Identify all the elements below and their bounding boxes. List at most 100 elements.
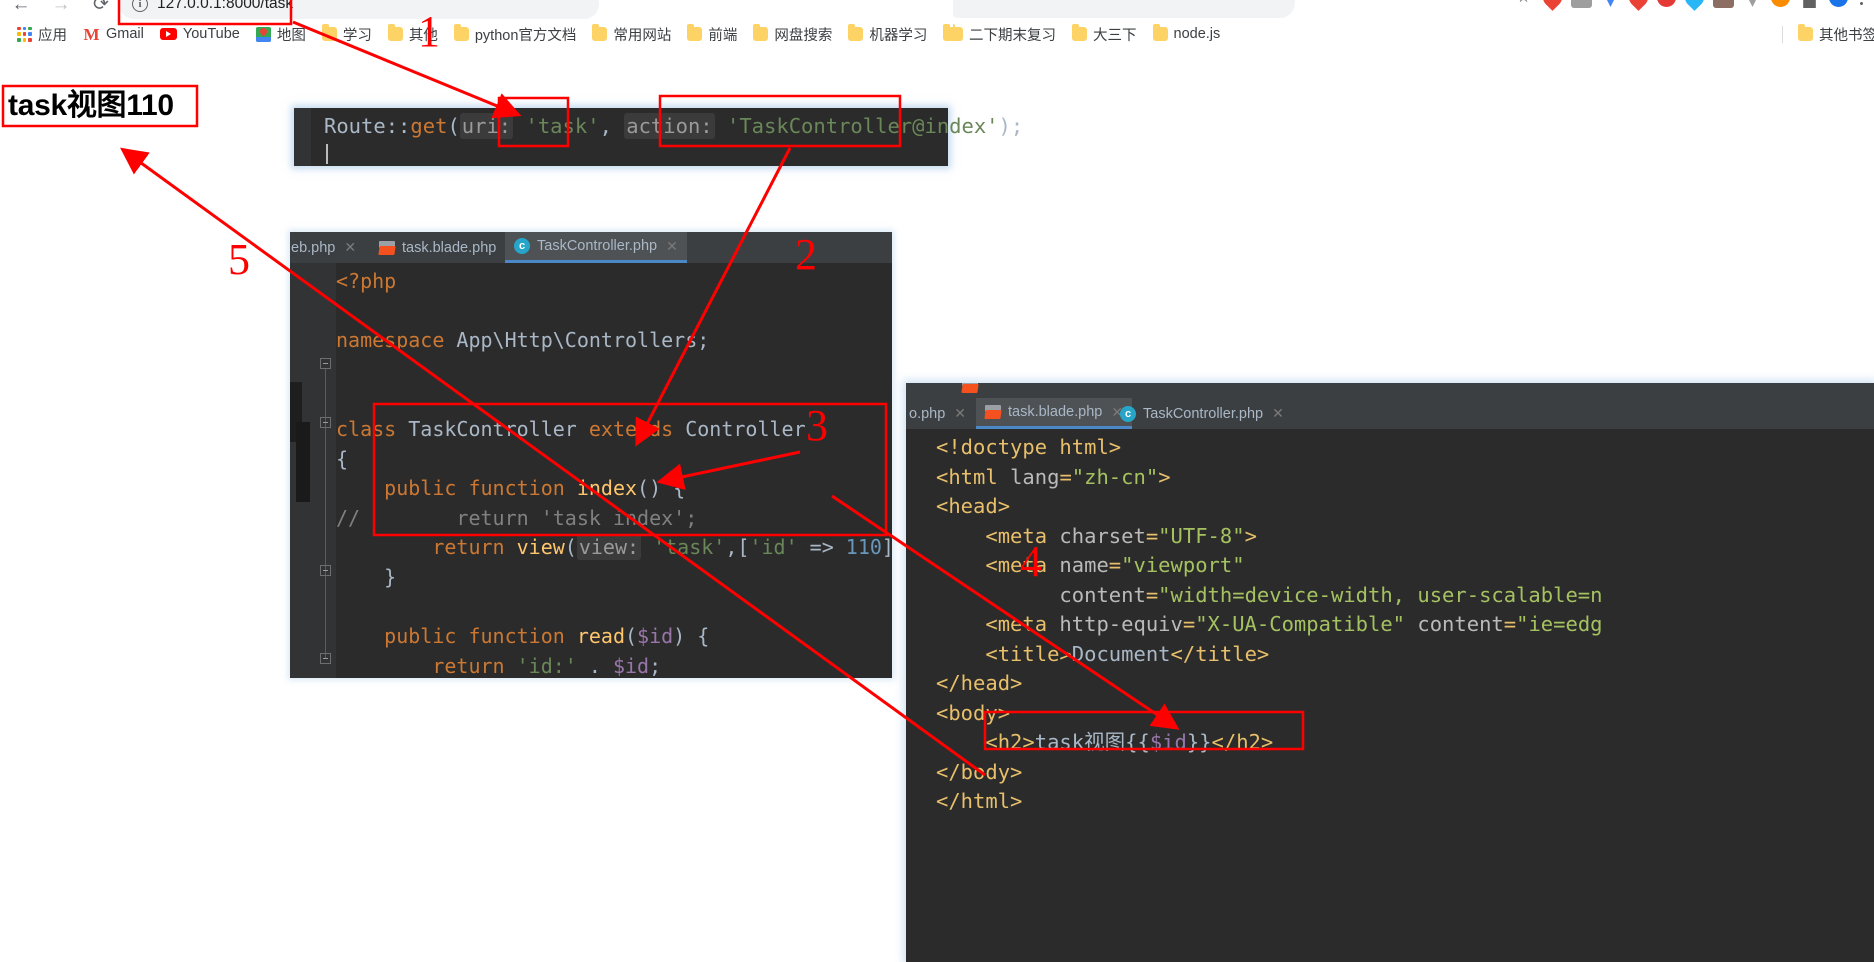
close-icon[interactable]: ✕ xyxy=(344,239,356,256)
eq: = xyxy=(1182,612,1196,636)
page-heading: task视图110 xyxy=(8,89,174,122)
fold-handle-end[interactable] xyxy=(320,653,331,664)
id-value-number: 110 xyxy=(845,535,882,560)
tab-label: TaskController.php xyxy=(537,238,658,254)
fold-handle-class[interactable] xyxy=(320,358,331,369)
gmail-icon: M xyxy=(83,24,100,44)
youtube-icon xyxy=(159,28,177,40)
h2-text-suffix: }} xyxy=(1186,730,1212,754)
index-close-brace: } xyxy=(336,564,397,589)
lang-attr-value: "zh-cn" xyxy=(1071,464,1159,489)
concat-operator: . xyxy=(576,653,613,678)
fold-handle-read[interactable] xyxy=(320,565,331,576)
extension-icon-9[interactable] xyxy=(1771,0,1790,7)
bookmark-label: 学习 xyxy=(342,27,372,44)
extension-icon-7[interactable] xyxy=(1713,0,1734,8)
extension-icon-1[interactable] xyxy=(1539,0,1566,11)
view-name-value: 'task' xyxy=(641,535,726,560)
meta-charset-tag: <meta xyxy=(936,523,1060,548)
bookmark-item-apps[interactable]: 应用 xyxy=(10,22,74,47)
extension-icon-6[interactable] xyxy=(1681,0,1708,11)
extension-icon-10[interactable] xyxy=(1803,0,1816,8)
uri-param-hint: uri: xyxy=(459,113,514,139)
bookmark-item[interactable]: node.js xyxy=(1146,24,1228,44)
lang-attr-name: lang xyxy=(1010,464,1060,489)
bookmark-item-folder[interactable]: 网盘搜索 xyxy=(746,22,839,47)
name-attr-name: name xyxy=(1059,553,1109,577)
h2-close-tag: </h2> xyxy=(1211,730,1274,754)
ide-breadcrumb-bar xyxy=(906,383,1874,398)
body-open-tag: <body> xyxy=(936,700,1011,725)
folder-icon xyxy=(592,24,608,41)
tab-web-php[interactable]: eb.php ✕ xyxy=(290,232,365,263)
namespace-keyword: namespace xyxy=(336,328,445,353)
parent-class-name: Controller xyxy=(673,416,806,441)
page-info-icon[interactable]: i xyxy=(132,0,148,12)
eq: = xyxy=(1059,464,1072,489)
close-icon[interactable]: ✕ xyxy=(954,405,966,422)
bookmark-item-folder-partial[interactable] xyxy=(936,24,953,43)
close-icon[interactable]: ✕ xyxy=(666,238,678,255)
charset-attr-name: charset xyxy=(1059,523,1146,548)
folder-icon xyxy=(321,24,337,41)
editor-code-area[interactable]: <?php namespace App\Http\Controllers; cl… xyxy=(336,263,892,678)
bookmarks-divider xyxy=(1782,25,1783,43)
charset-attr-value: "UTF-8" xyxy=(1158,523,1245,548)
bookmark-item-folder[interactable]: 常用网站 xyxy=(585,22,678,47)
browser-toolbar: ← → ⟳ i 127.0.0.1:8000/task xyxy=(0,0,953,21)
extends-keyword: extends xyxy=(588,416,674,441)
editor-code-area[interactable]: <!doctype html> <html lang="zh-cn"> <hea… xyxy=(906,429,1874,962)
folder-icon xyxy=(1798,24,1813,41)
tab-web-php[interactable]: o.php ✕ xyxy=(906,398,975,429)
read-param-id: $id xyxy=(637,624,674,649)
bookmark-star-icon[interactable]: ☆ xyxy=(1513,0,1534,8)
address-bar[interactable]: i 127.0.0.1:8000/task xyxy=(119,0,599,19)
read-paren-open: ( xyxy=(625,624,638,649)
folder-icon xyxy=(943,24,953,41)
tab-task-blade-php[interactable]: task.blade.php ✕ xyxy=(370,232,526,263)
action-param-hint: action: xyxy=(624,113,715,139)
class-file-icon: c xyxy=(1120,405,1136,422)
bookmark-item[interactable]: 二下期末复习 xyxy=(953,22,1063,47)
extension-icon-5[interactable] xyxy=(1657,0,1676,7)
reload-icon[interactable]: ⟳ xyxy=(88,0,114,17)
extension-icon-2[interactable] xyxy=(1571,0,1592,8)
bookmark-item-gmail[interactable]: M Gmail xyxy=(76,24,151,44)
extension-icon-4[interactable] xyxy=(1625,0,1652,11)
get-method-token: get xyxy=(410,114,448,138)
bookmark-item-folder[interactable]: python官方文档 xyxy=(447,22,584,47)
back-icon[interactable]: ← xyxy=(8,0,34,17)
tab-taskcontroller-php[interactable]: c TaskController.php ✕ xyxy=(505,232,687,263)
scope-operator: :: xyxy=(385,114,411,138)
close-icon[interactable]: ✕ xyxy=(1272,405,1284,422)
bookmark-item-folder[interactable]: 机器学习 xyxy=(841,22,934,47)
bookmark-item-folder[interactable]: 前端 xyxy=(680,22,744,47)
bookmark-item-maps[interactable]: 地图 xyxy=(249,22,313,47)
meta-charset-close: > xyxy=(1244,523,1257,548)
other-bookmarks-item[interactable]: 其他书签 xyxy=(1791,22,1874,47)
bookmark-item-youtube[interactable]: YouTube xyxy=(153,24,247,44)
bookmark-item-folder[interactable]: 学习 xyxy=(315,22,379,47)
bookmark-item[interactable]: 大三下 xyxy=(1065,22,1144,47)
fold-bar-index xyxy=(325,428,326,516)
extension-icon-3[interactable] xyxy=(1601,0,1620,7)
view-param-hint: view: xyxy=(576,534,642,561)
bookmark-item-folder[interactable]: 其他 xyxy=(381,22,445,47)
route-snippet-gutter xyxy=(294,108,311,166)
bookmark-label: node.js xyxy=(1173,26,1221,42)
eq: = xyxy=(1108,553,1122,577)
tab-task-blade-php[interactable]: task.blade.php ✕ xyxy=(976,398,1133,429)
namespace-value: App\Http\Controllers; xyxy=(444,328,710,353)
forward-icon[interactable]: → xyxy=(48,0,74,17)
fold-handle-index[interactable] xyxy=(320,417,331,428)
tab-taskcontroller-php[interactable]: c TaskController.php ✕ xyxy=(1111,398,1293,429)
background-omnibox[interactable] xyxy=(953,0,1295,18)
extension-icon-11[interactable] xyxy=(1829,0,1848,7)
doctype-line: <!doctype html> xyxy=(936,435,1122,459)
read-modifier: public function xyxy=(336,624,577,649)
extension-icon-8[interactable] xyxy=(1743,0,1762,7)
chrome-menu-icon[interactable] xyxy=(1857,0,1866,5)
